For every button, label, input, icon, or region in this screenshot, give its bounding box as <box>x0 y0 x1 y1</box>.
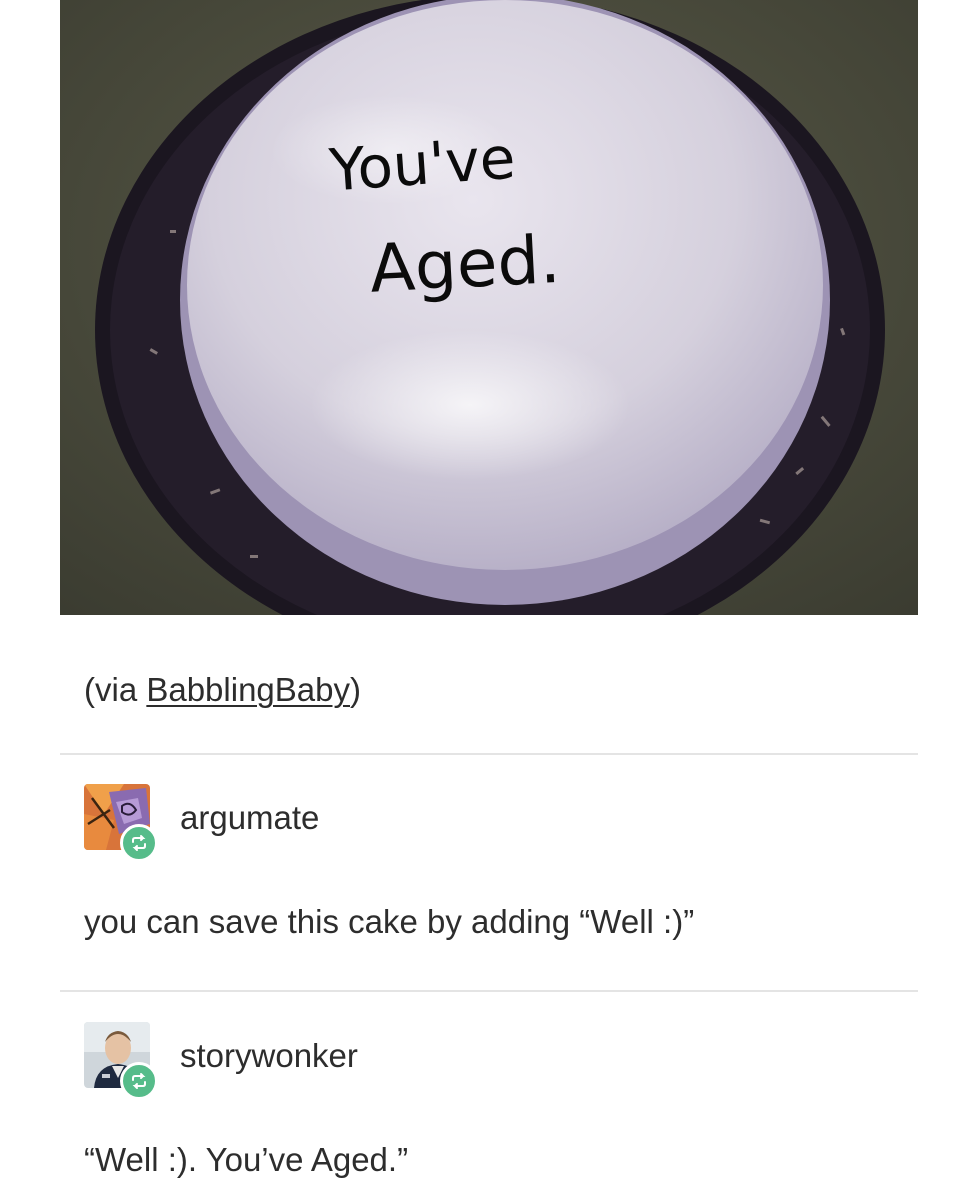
tumblr-post: You've Aged. (via BabblingBaby) argumate… <box>0 0 978 1199</box>
cake-text-line2: Aged. <box>368 221 562 308</box>
divider <box>60 990 918 992</box>
cake-text-line1: You've <box>326 124 517 205</box>
post-photo[interactable]: You've Aged. <box>60 0 918 615</box>
source-prefix: (via <box>84 671 147 708</box>
source-link[interactable]: BabblingBaby <box>146 671 350 708</box>
username[interactable]: storywonker <box>180 1036 358 1076</box>
divider <box>60 753 918 755</box>
cake-image: You've Aged. <box>60 0 918 615</box>
reblog-comment: you can save this cake by adding “Well :… <box>84 903 695 940</box>
username[interactable]: argumate <box>180 798 319 838</box>
reblog-icon <box>120 1062 158 1100</box>
source-attribution: (via BabblingBaby) <box>84 668 361 712</box>
source-suffix: ) <box>350 671 361 708</box>
reblog-icon <box>120 824 158 862</box>
avatar[interactable] <box>84 784 158 862</box>
reblog-comment: “Well :). You’ve Aged.” <box>84 1141 409 1178</box>
avatar[interactable] <box>84 1022 158 1100</box>
